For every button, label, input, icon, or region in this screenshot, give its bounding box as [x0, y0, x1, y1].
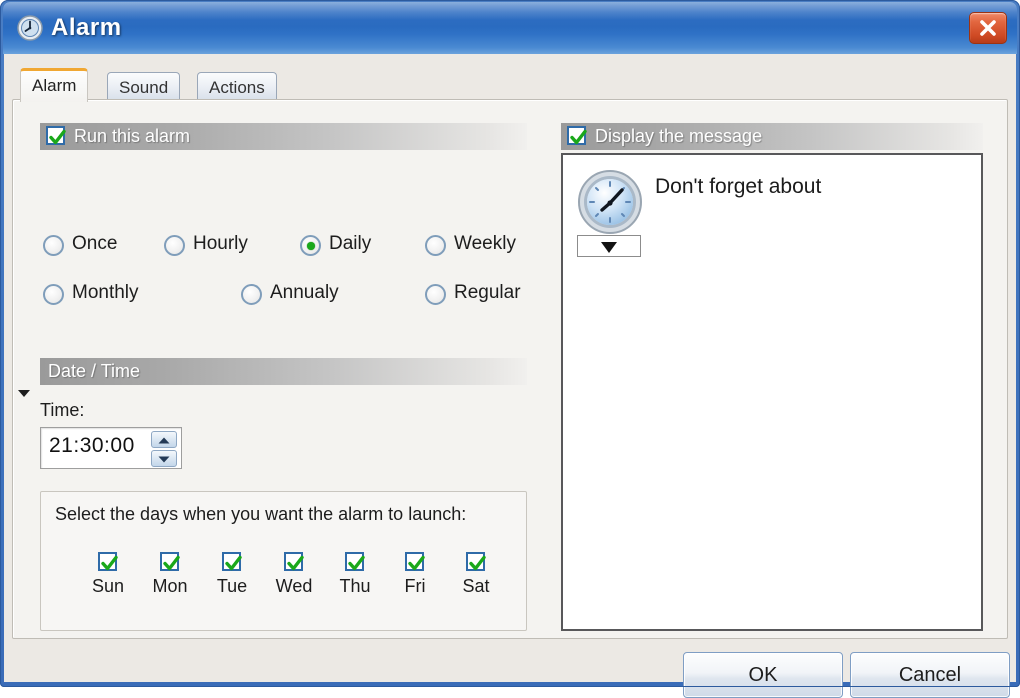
time-input[interactable]: 21:30:00 [40, 427, 182, 469]
radio-daily-label: Daily [329, 233, 372, 254]
client-area: Alarm Sound Actions Run this alarm Once … [4, 54, 1016, 698]
radio-weekly-label: Weekly [454, 233, 516, 254]
radio-daily-dot [300, 235, 321, 256]
radio-weekly-dot [425, 235, 446, 256]
message-icon-dropdown[interactable] [577, 235, 641, 257]
day-mon[interactable]: Mon [141, 552, 199, 597]
day-sun[interactable]: Sun [79, 552, 137, 597]
day-wed[interactable]: Wed [265, 552, 323, 597]
check-icon [225, 555, 242, 571]
tab-sound-label: Sound [119, 78, 169, 97]
check-icon [49, 129, 66, 145]
up-arrow-icon [158, 437, 170, 444]
alarm-tab-panel: Run this alarm Once Hourly Daily Weekly [12, 99, 1008, 639]
close-button[interactable] [969, 12, 1007, 44]
clock-icon [577, 169, 643, 235]
radio-annualy-label: Annualy [270, 282, 339, 303]
close-icon [980, 20, 996, 36]
day-tue[interactable]: Tue [203, 552, 261, 597]
day-thu-label: Thu [339, 576, 371, 596]
day-thu-checkbox[interactable] [345, 552, 365, 571]
radio-hourly-dot [164, 235, 185, 256]
ok-button-label: OK [748, 664, 778, 686]
radio-annualy-dot [241, 284, 262, 305]
radio-hourly-label: Hourly [193, 233, 248, 254]
display-message-header: Display the message [561, 123, 983, 150]
radio-monthly-label: Monthly [72, 282, 139, 303]
days-instruction: Select the days when you want the alarm … [55, 504, 467, 524]
day-fri[interactable]: Fri [386, 552, 444, 597]
window-title: Alarm [51, 14, 122, 41]
day-tue-label: Tue [216, 576, 248, 596]
ok-button[interactable]: OK [683, 652, 843, 698]
run-alarm-header: Run this alarm [40, 123, 527, 150]
display-message-checkbox[interactable] [567, 126, 587, 145]
chevron-down-icon [601, 242, 617, 253]
check-icon [469, 555, 486, 571]
days-groupbox: Select the days when you want the alarm … [40, 491, 527, 631]
tab-sound[interactable]: Sound [107, 72, 181, 100]
run-alarm-label: Run this alarm [74, 126, 191, 146]
radio-once-label: Once [72, 233, 118, 254]
day-sat[interactable]: Sat [447, 552, 505, 597]
cancel-button-label: Cancel [898, 664, 962, 686]
clock-icon [17, 15, 43, 41]
day-thu[interactable]: Thu [326, 552, 384, 597]
day-fri-label: Fri [404, 576, 426, 596]
down-arrow-icon [158, 456, 170, 463]
tab-actions[interactable]: Actions [197, 72, 277, 100]
day-fri-checkbox[interactable] [405, 552, 425, 571]
check-icon [408, 555, 425, 571]
radio-regular-label: Regular [454, 282, 521, 303]
day-wed-checkbox[interactable] [284, 552, 304, 571]
title-bar: Alarm [3, 2, 1017, 54]
check-icon [570, 129, 587, 145]
message-text: Don't forget about [655, 175, 822, 198]
check-icon [101, 555, 118, 571]
display-message-label: Display the message [595, 126, 763, 146]
time-spinner-down[interactable] [151, 450, 177, 467]
radio-once-dot [43, 235, 64, 256]
date-time-header: Date / Time [40, 358, 527, 385]
radio-monthly-dot [43, 284, 64, 305]
check-icon [348, 555, 365, 571]
left-edge-caret-icon[interactable] [18, 390, 30, 397]
date-time-header-label: Date / Time [48, 361, 141, 381]
message-preview-box[interactable]: Don't forget about [561, 153, 983, 631]
day-mon-checkbox[interactable] [160, 552, 180, 571]
check-icon [163, 555, 180, 571]
alarm-window: Alarm Alarm Sound Actions Run this alarm… [0, 0, 1020, 698]
day-mon-label: Mon [152, 576, 188, 596]
check-icon [287, 555, 304, 571]
day-wed-label: Wed [275, 576, 313, 596]
day-sun-label: Sun [91, 576, 125, 596]
tab-alarm-label: Alarm [32, 76, 77, 95]
run-alarm-checkbox[interactable] [46, 126, 66, 145]
tab-actions-label: Actions [209, 78, 265, 97]
day-sat-checkbox[interactable] [466, 552, 486, 571]
time-spinner-up[interactable] [151, 431, 177, 448]
day-sun-checkbox[interactable] [98, 552, 118, 571]
cancel-button[interactable]: Cancel [850, 652, 1010, 698]
radio-regular-dot [425, 284, 446, 305]
titlebar-sheen [3, 2, 1017, 20]
day-tue-checkbox[interactable] [222, 552, 242, 571]
tab-alarm[interactable]: Alarm [20, 68, 89, 102]
time-input-value: 21:30:00 [49, 434, 135, 457]
day-sat-label: Sat [462, 576, 490, 596]
time-label: Time: [40, 400, 85, 420]
time-spinner [151, 431, 177, 467]
